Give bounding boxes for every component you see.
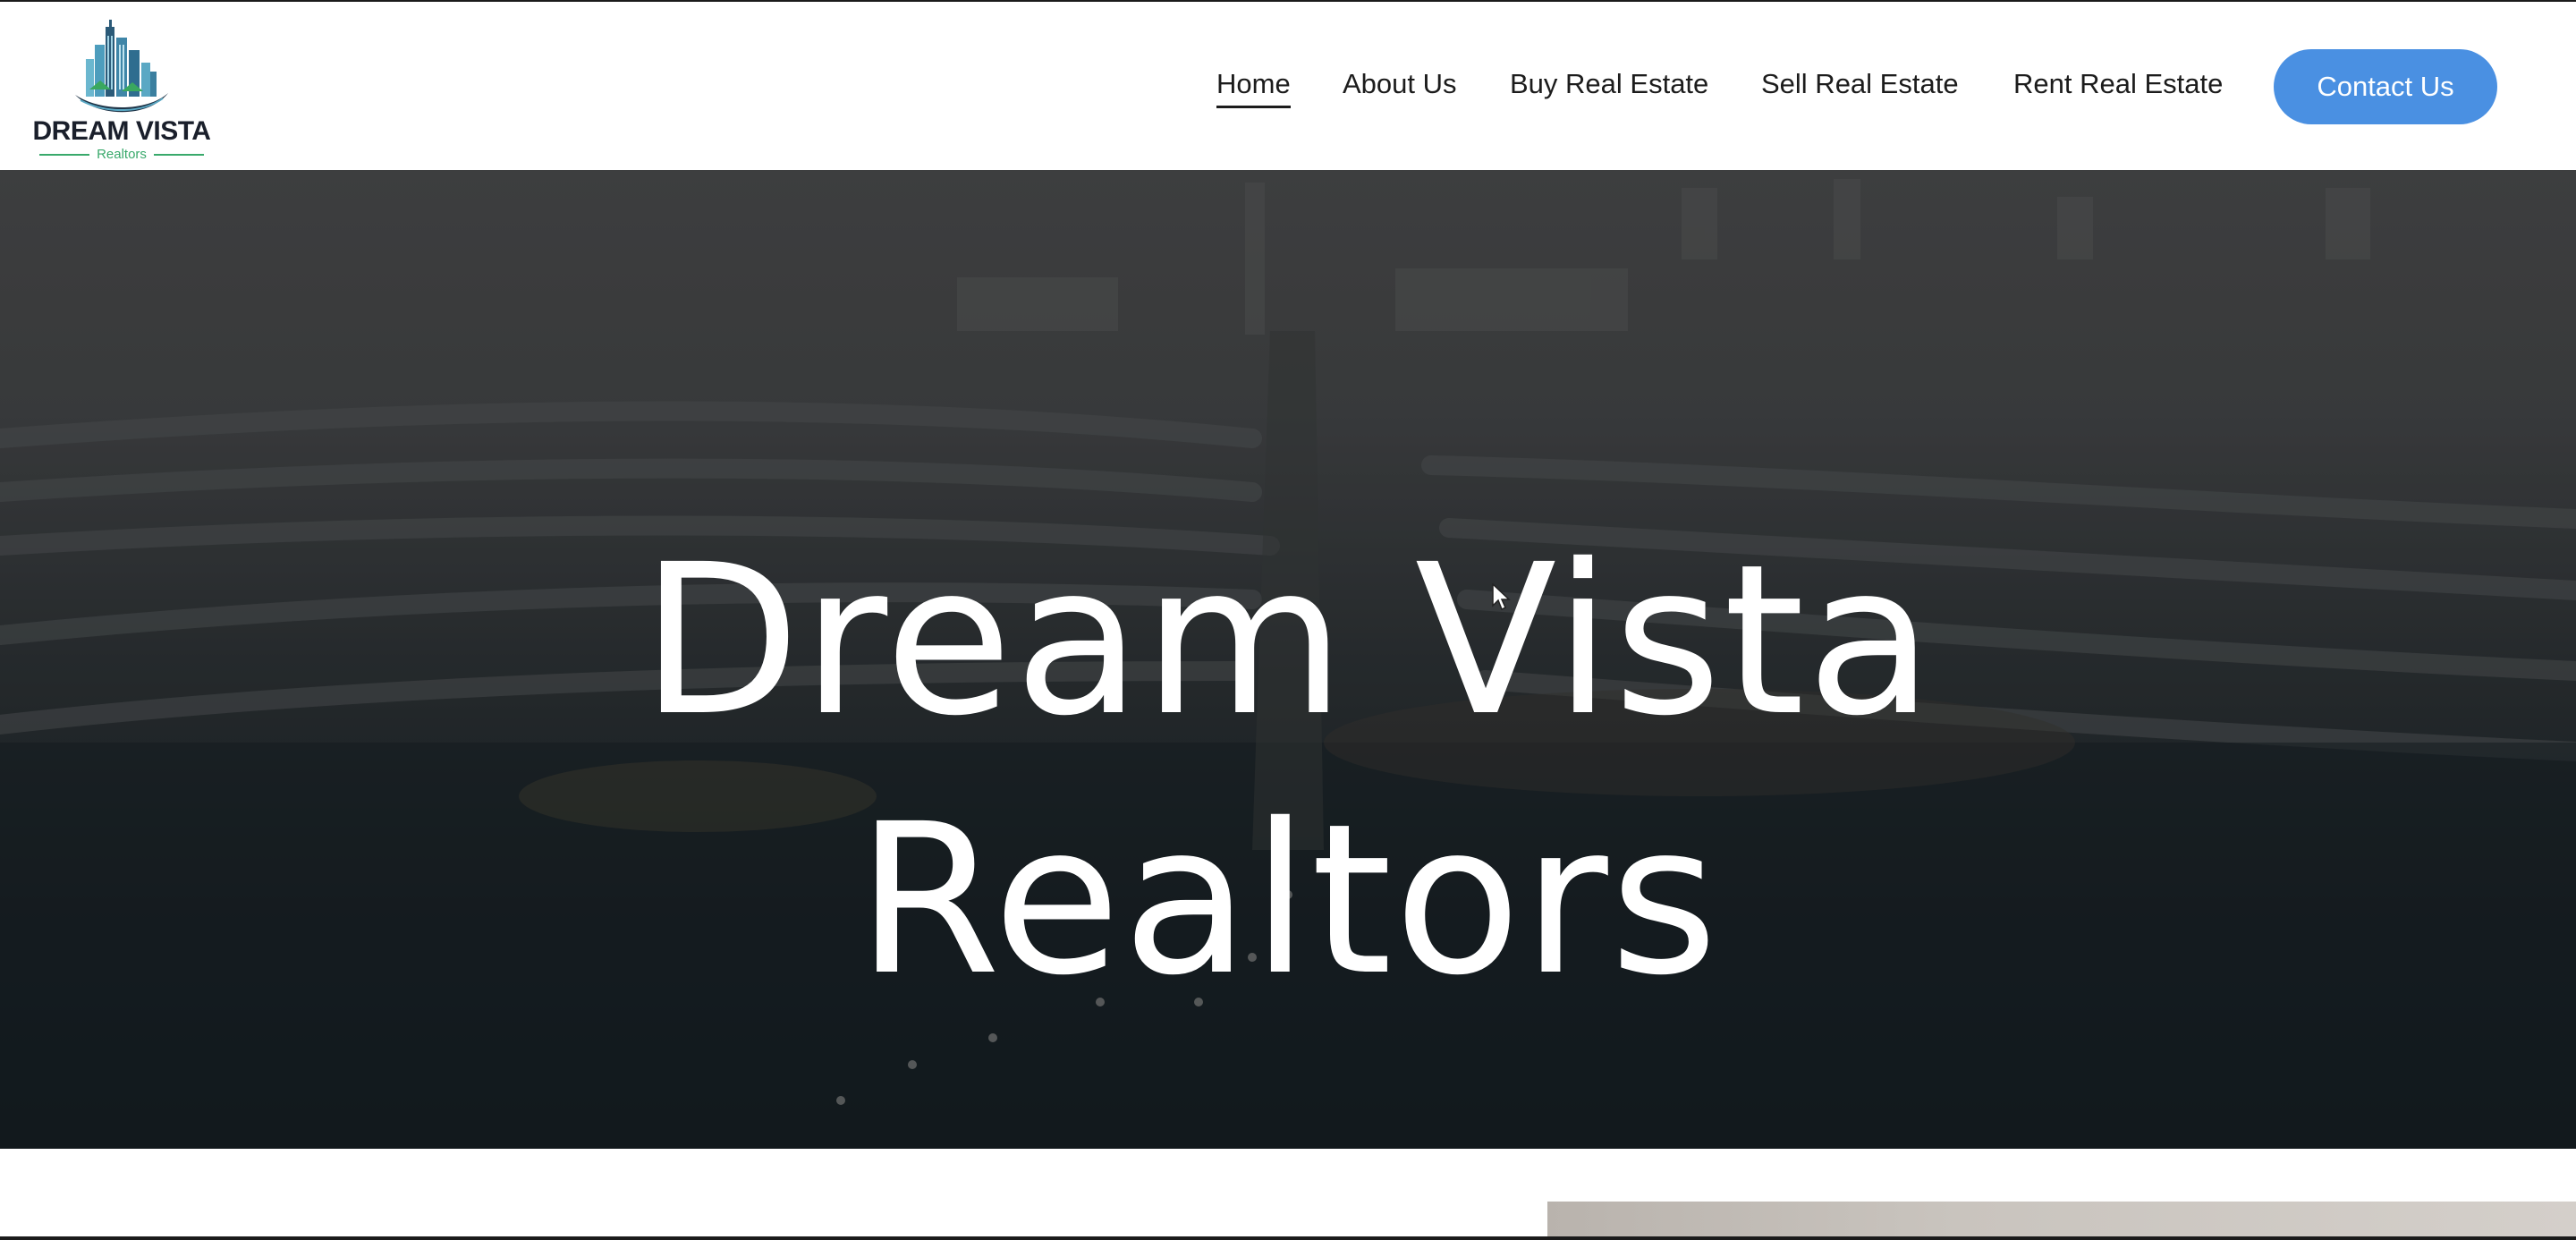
nav-item-buy-real-estate[interactable]: Buy Real Estate <box>1510 68 1708 100</box>
nav-item-home[interactable]: Home <box>1216 68 1291 108</box>
logo-divider-right <box>154 154 204 156</box>
bottom-border <box>0 1236 2576 1240</box>
site-header: DREAM VISTA Realtors Home About Us Buy R… <box>0 2 2576 170</box>
city-skyline-logo-icon <box>75 20 168 113</box>
hero-title-line-1: Dream Vista <box>640 520 1936 762</box>
pointer-cursor-icon <box>1492 583 1511 611</box>
logo-title: DREAM VISTA <box>32 116 211 146</box>
page: DREAM VISTA Realtors Home About Us Buy R… <box>0 0 2576 1240</box>
nav-item-rent-real-estate[interactable]: Rent Real Estate <box>2013 68 2223 100</box>
nav-item-about-us[interactable]: About Us <box>1343 68 1457 100</box>
nav-item-sell-real-estate[interactable]: Sell Real Estate <box>1761 68 1959 100</box>
site-logo[interactable]: DREAM VISTA Realtors <box>32 18 211 162</box>
section-image-preview <box>1547 1202 2576 1240</box>
hero-title: Dream Vista Realtors <box>0 511 2576 1030</box>
contact-us-button[interactable]: Contact Us <box>2274 49 2497 124</box>
hero-section: Dream Vista Realtors <box>0 170 2576 1149</box>
hero-title-line-2: Realtors <box>856 779 1720 1022</box>
